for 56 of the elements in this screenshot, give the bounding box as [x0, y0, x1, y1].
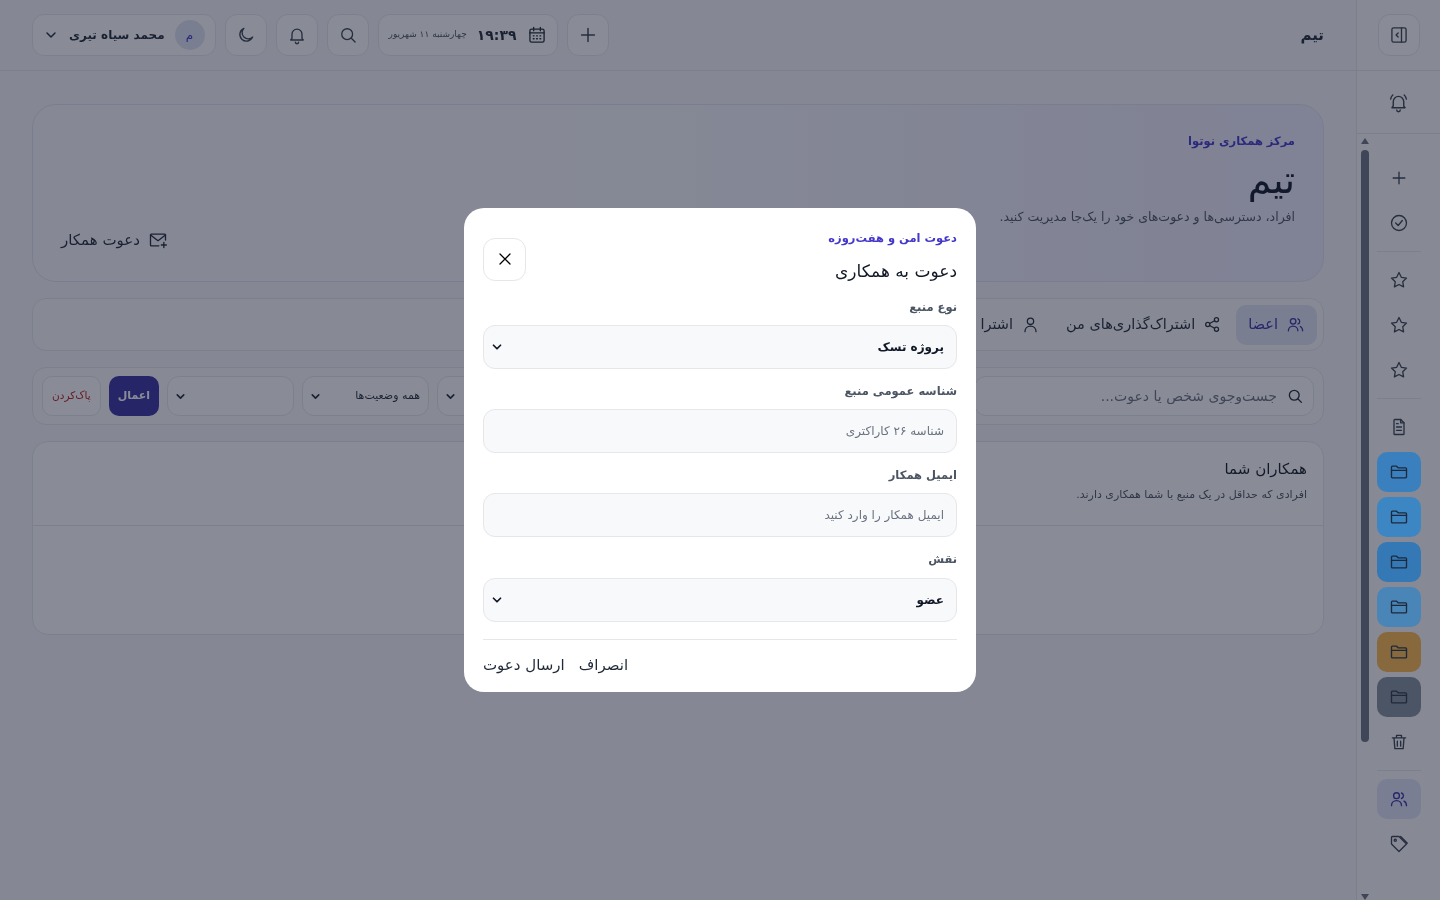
star-icon	[1388, 315, 1409, 335]
field-label: نوع منبع	[908, 298, 957, 316]
notifications-button[interactable]	[275, 14, 318, 56]
close-button[interactable]	[483, 237, 526, 281]
sidebar-toggle-button[interactable]	[1377, 14, 1420, 56]
tag-icon	[1388, 834, 1409, 854]
input-field[interactable]: شناسه ۲۶ کاراکتری	[483, 409, 957, 454]
folder-button[interactable]	[1376, 632, 1421, 672]
input-field[interactable]: ایمیل همکار را وارد کنید	[483, 493, 957, 538]
search-field[interactable]: جست‌وجوی شخص یا دعوت...	[974, 376, 1314, 416]
eyebrow-text: مرکز همکاری نوتوا	[1187, 133, 1295, 151]
add-button[interactable]	[566, 14, 609, 56]
star-icon	[1388, 360, 1409, 380]
tab[interactable]: اشترا	[968, 304, 1052, 345]
sidebar-item[interactable]	[1376, 779, 1421, 819]
field-label: شناسه عمومی منبع	[843, 382, 957, 401]
theme-toggle-button[interactable]	[224, 14, 267, 56]
tab[interactable]: اشتراک‌گذاری‌های من	[1054, 304, 1235, 345]
calendar-icon	[526, 25, 547, 45]
submit-button[interactable]: ارسال دعوت	[483, 653, 565, 677]
search-icon	[1286, 387, 1304, 405]
cancel-button[interactable]: انصراف	[578, 653, 629, 677]
folder-button[interactable]	[1376, 497, 1421, 537]
avatar: م	[174, 20, 205, 50]
select-field[interactable]: عضو	[483, 577, 957, 622]
dialog-eyebrow: دعوت امن و هفت‌روزه	[828, 229, 957, 248]
page-title: تیم	[1300, 24, 1324, 46]
user-icon	[1021, 315, 1040, 334]
select-field[interactable]: پروژه تسک	[483, 324, 957, 369]
tab[interactable]: اعضا	[1236, 304, 1317, 345]
date-text: چهارشنبه ۱۱ شهریور	[388, 28, 467, 42]
user-menu-button[interactable]: م محمد سیاه تیری	[32, 14, 216, 56]
scrollbar[interactable]	[1360, 138, 1370, 900]
time-text: ۱۹:۳۹	[476, 25, 517, 45]
card-subtitle: افرادی که حداقل در یک منبع با شما همکاری دارند.	[1076, 486, 1307, 503]
hero-description: افراد، دسترسی‌ها و دعوت‌های خود را یک‌جا مدیریت کنید.	[999, 207, 1295, 227]
check-circle-icon	[1388, 213, 1409, 233]
panel-toggle-icon	[1388, 25, 1409, 45]
folder-button[interactable]	[1376, 452, 1421, 492]
search-button[interactable]	[326, 14, 369, 56]
status-select[interactable]: همه وضعیت‌ها	[302, 376, 430, 416]
clear-button[interactable]: پاک‌کردن	[42, 376, 101, 416]
users-icon	[1286, 315, 1305, 334]
field-label: نقش	[927, 551, 957, 569]
folder-button[interactable]	[1376, 677, 1421, 717]
star-icon	[1388, 270, 1409, 290]
card-title: همکاران شما	[1224, 459, 1307, 480]
hero-title: تیم	[1246, 157, 1295, 205]
apply-button[interactable]: اعمال	[108, 376, 160, 416]
users-icon	[1388, 789, 1409, 809]
field-label: ایمیل همکار	[887, 467, 957, 485]
invite-button[interactable]: دعوت همکار	[61, 228, 168, 251]
bell-icon	[1388, 91, 1409, 113]
folder-button[interactable]	[1376, 542, 1421, 582]
folder-button[interactable]	[1376, 587, 1421, 627]
dialog-title: دعوت به همکاری	[833, 260, 957, 284]
